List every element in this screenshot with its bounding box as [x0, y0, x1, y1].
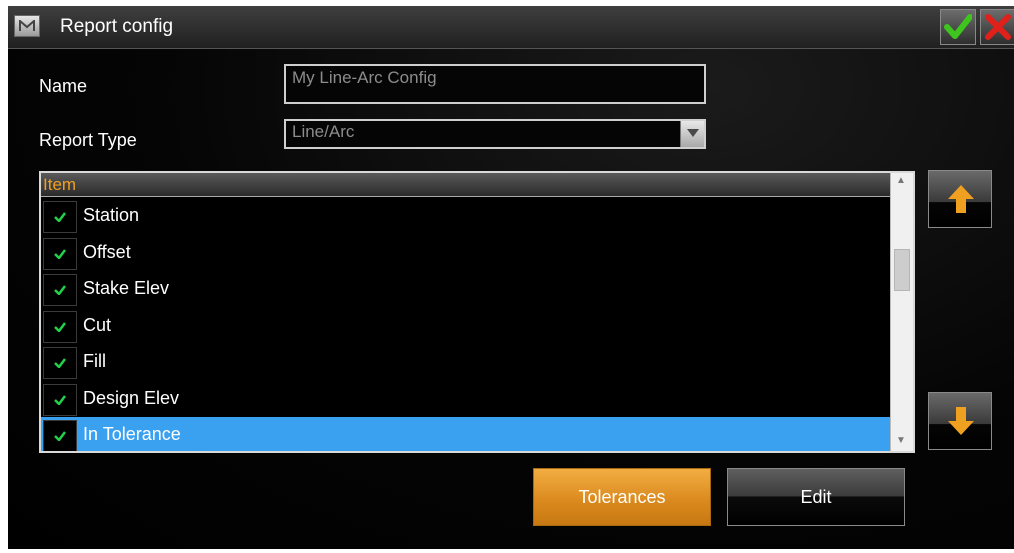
list-item[interactable]: Stake Elev: [41, 271, 891, 308]
item-checkbox[interactable]: [43, 201, 77, 233]
item-label: In Tolerance: [83, 424, 181, 444]
tolerances-button[interactable]: Tolerances: [533, 468, 711, 526]
checkmark-icon: [54, 248, 66, 259]
column-header-item[interactable]: Item: [41, 173, 891, 197]
list-item[interactable]: Offset: [41, 235, 891, 272]
checkmark-icon: [944, 14, 972, 39]
edit-button[interactable]: Edit: [727, 468, 905, 526]
accept-button[interactable]: [940, 9, 976, 45]
item-checkbox[interactable]: [43, 237, 77, 270]
item-checkbox[interactable]: [43, 383, 77, 416]
item-label: Station: [83, 205, 140, 225]
app-icon[interactable]: [14, 15, 40, 37]
list-scrollbar[interactable]: ▲ ▼: [890, 173, 913, 451]
checkmark-icon: [54, 321, 66, 332]
name-value: My Line-Arc Config: [292, 68, 437, 87]
item-checkbox[interactable]: [43, 310, 77, 343]
title-bar: Report config: [8, 6, 1014, 49]
item-label: Cut: [83, 314, 112, 335]
chevron-down-icon: [687, 129, 699, 137]
arrow-up-icon: [948, 185, 974, 213]
list-item[interactable]: Station: [41, 198, 891, 235]
scroll-down-arrow-icon[interactable]: ▼: [896, 435, 906, 446]
report-type-label: Report Type: [39, 130, 137, 150]
checkmark-icon: [54, 358, 66, 368]
scroll-up-arrow-icon[interactable]: ▲: [896, 175, 906, 186]
checkmark-icon: [54, 394, 66, 405]
item-checkbox[interactable]: [43, 274, 77, 306]
cancel-button[interactable]: [980, 9, 1014, 45]
item-checkbox[interactable]: [43, 347, 77, 379]
item-label: Fill: [83, 351, 106, 371]
report-type-value: Line/Arc: [292, 122, 355, 141]
move-up-button[interactable]: [928, 170, 992, 228]
list-item[interactable]: Fill: [41, 344, 891, 381]
window-title: Report config: [60, 16, 174, 37]
checkmark-icon: [54, 431, 66, 441]
checkmark-icon: [54, 285, 66, 295]
list-item[interactable]: Design Elev: [41, 381, 891, 418]
item-checkbox[interactable]: [43, 420, 77, 451]
report-items-list[interactable]: Item Station Offset Stake Elev Cut Fill: [39, 171, 915, 453]
item-label: Offset: [83, 241, 131, 262]
name-label: Name: [39, 76, 88, 96]
close-icon: [985, 14, 1011, 40]
report-config-window: Report config Name My Line-Arc Config Re…: [8, 6, 1014, 549]
dropdown-button[interactable]: [680, 121, 704, 147]
item-label: Stake Elev: [83, 278, 170, 298]
scroll-thumb[interactable]: [894, 249, 910, 291]
move-down-button[interactable]: [928, 392, 992, 450]
checkmark-icon: [54, 212, 66, 222]
arrow-down-icon: [948, 407, 974, 435]
list-item[interactable]: Cut: [41, 308, 891, 345]
item-label: Design Elev: [83, 387, 180, 408]
name-field[interactable]: My Line-Arc Config: [284, 64, 706, 104]
report-type-select[interactable]: Line/Arc: [284, 119, 706, 149]
list-item-selected[interactable]: In Tolerance: [41, 417, 891, 451]
